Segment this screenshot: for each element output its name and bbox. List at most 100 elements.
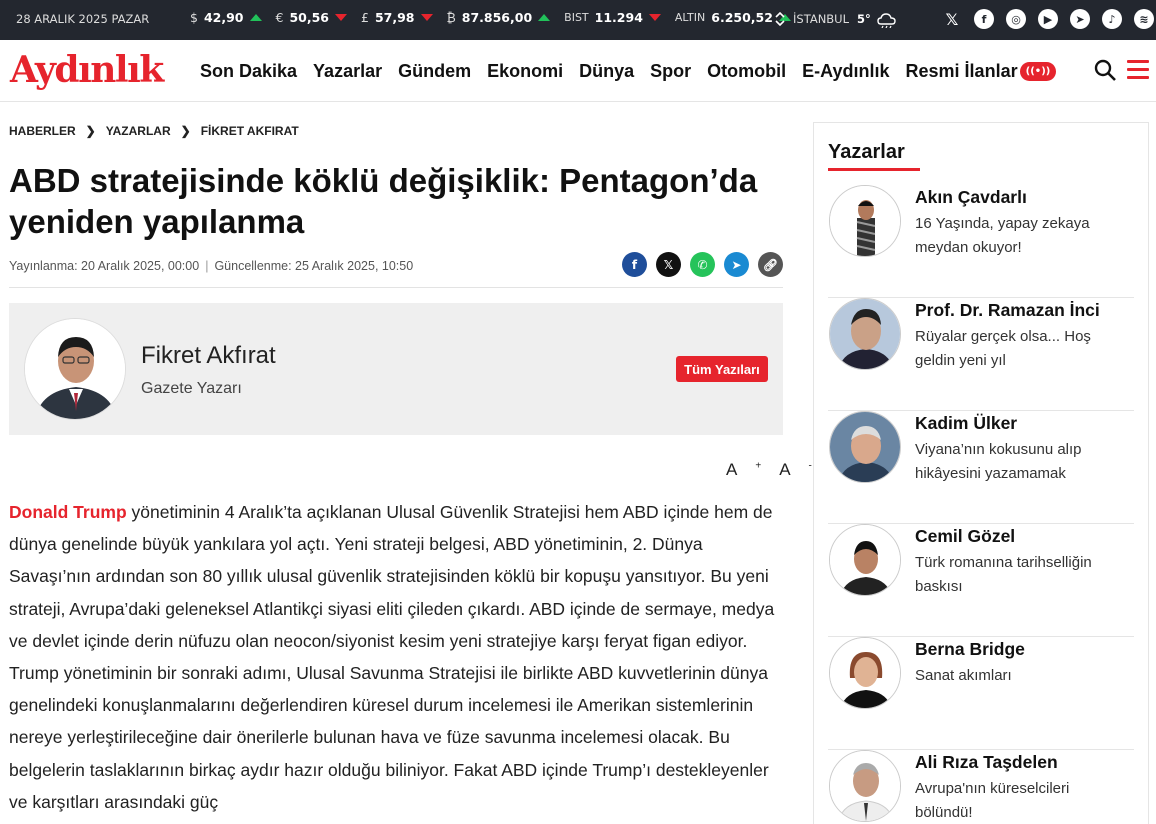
nav-spor[interactable]: Spor: [650, 61, 691, 82]
font-decrease-sign: -: [808, 460, 812, 472]
writer-headline[interactable]: Rüyalar gerçek olsa... Hoş geldin yeni y…: [915, 325, 1125, 373]
currency-symbol: ALTIN: [674, 11, 706, 24]
nav-e-aydinlik[interactable]: E-Aydınlık: [802, 61, 889, 82]
site-logo[interactable]: Aydınlık: [10, 49, 164, 91]
writer-headline[interactable]: Avrupa'nın küreselcileri bölündü!: [915, 777, 1125, 824]
rate-btc[interactable]: ₿ 87.856,00: [447, 10, 551, 25]
author-role: Gazete Yazarı: [141, 380, 242, 397]
article-title: ABD stratejisinde köklü değişiklik: Pent…: [9, 162, 758, 240]
author-box: Fikret Akfırat Gazete Yazarı Tüm Yazılar…: [9, 303, 783, 435]
writer-avatar[interactable]: [829, 298, 901, 370]
sort-arrows-icon: [775, 12, 785, 26]
share-telegram-icon[interactable]: ➤: [724, 252, 749, 277]
search-icon[interactable]: [1093, 58, 1117, 82]
rate-eur[interactable]: €50,56: [276, 10, 347, 25]
facebook-icon[interactable]: f: [974, 9, 994, 29]
chevron-right-icon: ❯: [85, 124, 96, 138]
breadcrumb-yazarlar[interactable]: YAZARLAR: [106, 124, 171, 138]
writer-headline[interactable]: Türk romanına tarihselliğin baskısı: [915, 551, 1125, 599]
weather-city: İSTANBUL: [793, 12, 850, 26]
writer-item[interactable]: Kadim Ülker Viyana’nın kokusunu alıp hik…: [828, 411, 1134, 524]
writer-name[interactable]: Cemil Gözel: [915, 526, 1015, 547]
divider: [9, 287, 783, 288]
writer-name[interactable]: Prof. Dr. Ramazan İnci: [915, 300, 1100, 321]
writer-headline[interactable]: Viyana’nın kokusunu alıp hikâyesini yaza…: [915, 438, 1125, 486]
x-icon[interactable]: 𝕏: [942, 9, 962, 29]
trend-down-icon: [335, 14, 347, 21]
writer-name[interactable]: Akın Çavdarlı: [915, 187, 1027, 208]
font-increase-sign: +: [755, 460, 762, 472]
published-date: Yayınlanma: 20 Aralık 2025, 00:00: [9, 259, 200, 273]
weather-widget[interactable]: İSTANBUL 5°: [775, 10, 897, 28]
article-paragraph: yönetiminin 4 Aralık’ta açıklanan Ulusal…: [9, 502, 775, 812]
nav-gundem[interactable]: Gündem: [398, 61, 471, 82]
telegram-icon[interactable]: ➤: [1070, 9, 1090, 29]
currency-symbol: ₿: [446, 10, 456, 25]
rate-value: 57,98: [374, 10, 415, 25]
rate-value: 6.250,52: [711, 10, 773, 25]
meta-divider: |: [205, 259, 209, 273]
writer-headline[interactable]: Sanat akımları: [915, 664, 1125, 688]
live-broadcast-button[interactable]: ((•)): [1020, 62, 1056, 81]
nav-ekonomi[interactable]: Ekonomi: [487, 61, 563, 82]
spotify-icon[interactable]: ≋: [1134, 9, 1154, 29]
copy-link-icon[interactable]: 🔗︎: [758, 252, 783, 277]
article-body: Donald Trump yönetiminin 4 Aralık’ta açı…: [9, 496, 785, 818]
font-decrease-button[interactable]: A-: [779, 460, 812, 480]
writer-name[interactable]: Kadim Ülker: [915, 413, 1017, 434]
writer-avatar[interactable]: [829, 637, 901, 709]
rate-value: 42,90: [203, 10, 244, 25]
sidebar-writers: Yazarlar Akın Çavdarlı 16 Yaşında, yapay…: [813, 122, 1149, 824]
tiktok-icon[interactable]: ♪: [1102, 9, 1122, 29]
writer-avatar[interactable]: [829, 524, 901, 596]
chevron-right-icon: ❯: [180, 124, 191, 138]
share-facebook-icon[interactable]: f: [622, 252, 647, 277]
breadcrumb-haberler[interactable]: HABERLER: [9, 124, 76, 138]
main-nav: Son Dakika Yazarlar Gündem Ekonomi Dünya…: [200, 61, 1034, 82]
nav-resmi-ilanlar[interactable]: Resmi İlanlar: [906, 61, 1018, 82]
site-header: Aydınlık Son Dakika Yazarlar Gündem Ekon…: [0, 40, 1156, 102]
writer-headline[interactable]: 16 Yaşında, yapay zekaya meydan okuyor!: [915, 212, 1125, 260]
writer-item[interactable]: Ali Rıza Taşdelen Avrupa'nın küreselcile…: [828, 750, 1134, 824]
nav-dunya[interactable]: Dünya: [579, 61, 634, 82]
writer-name[interactable]: Ali Rıza Taşdelen: [915, 752, 1058, 773]
author-name[interactable]: Fikret Akfırat: [141, 342, 276, 370]
share-x-icon[interactable]: 𝕏: [656, 252, 681, 277]
trend-up-icon: [538, 14, 551, 21]
breadcrumb-author[interactable]: FİKRET AKFIRAT: [201, 124, 299, 138]
rate-gbp[interactable]: £57,98: [361, 10, 433, 25]
share-whatsapp-icon[interactable]: ✆: [690, 252, 715, 277]
trend-up-icon: [249, 14, 262, 21]
writer-item[interactable]: Akın Çavdarlı 16 Yaşında, yapay zekaya m…: [828, 185, 1134, 298]
author-avatar[interactable]: [24, 318, 126, 420]
weather-temperature: 5°: [857, 12, 871, 26]
writer-item[interactable]: Prof. Dr. Ramazan İnci Rüyalar gerçek ol…: [828, 298, 1134, 411]
nav-son-dakika[interactable]: Son Dakika: [200, 61, 297, 82]
rate-usd[interactable]: $42,90: [190, 10, 262, 25]
rate-value: 11.294: [594, 10, 643, 25]
font-increase-button[interactable]: A +: [726, 460, 761, 480]
nav-otomobil[interactable]: Otomobil: [707, 61, 786, 82]
top-ticker-bar: 28 ARALIK 2025 PAZAR $42,90 €50,56 £57,9…: [0, 0, 1156, 40]
writer-avatar[interactable]: [829, 185, 901, 257]
rate-value: 50,56: [289, 10, 329, 25]
currency-symbol: $: [190, 10, 198, 25]
article-link[interactable]: Donald Trump: [9, 502, 127, 522]
article-meta: Yayınlanma: 20 Aralık 2025, 00:00 | Günc…: [9, 259, 413, 273]
market-rates: $42,90 €50,56 £57,98 ₿ 87.856,00 BIST 11.2…: [190, 10, 805, 25]
instagram-icon[interactable]: ◎: [1006, 9, 1026, 29]
rate-gold[interactable]: ALTIN 6.250,52: [675, 10, 791, 25]
all-posts-button[interactable]: Tüm Yazıları: [676, 356, 768, 382]
nav-yazarlar[interactable]: Yazarlar: [313, 61, 382, 82]
writer-name[interactable]: Berna Bridge: [915, 639, 1025, 660]
writer-avatar[interactable]: [829, 750, 901, 822]
hamburger-menu-icon[interactable]: [1127, 60, 1149, 80]
writer-item[interactable]: Berna Bridge Sanat akımları: [828, 637, 1134, 750]
youtube-icon[interactable]: ▶: [1038, 9, 1058, 29]
title-underline: [828, 168, 920, 171]
rate-bist[interactable]: BIST 11.294: [564, 10, 661, 25]
breadcrumb: HABERLER ❯ YAZARLAR ❯ FİKRET AKFIRAT: [9, 124, 299, 138]
writer-item[interactable]: Cemil Gözel Türk romanına tarihselliğin …: [828, 524, 1134, 637]
sidebar-title: Yazarlar: [828, 141, 905, 163]
writer-avatar[interactable]: [829, 411, 901, 483]
